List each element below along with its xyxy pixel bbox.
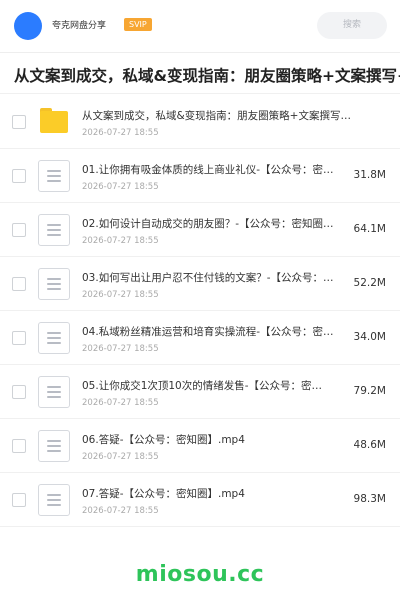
file-size: 48.6M (353, 439, 386, 451)
folder-icon (38, 106, 70, 138)
svip-badge: SVIP (124, 18, 152, 31)
file-date: 2026-07-27 18:55 (82, 236, 159, 246)
file-name[interactable]: 01.让你拥有吸金体质的线上商业礼仪-【公众号：密… (82, 162, 340, 177)
file-list: 从文案到成交，私域&变现指南：朋友圈策略+文案撰写… 2026-07-27 18… (0, 95, 400, 527)
app-name: 夸克网盘分享 (52, 21, 107, 31)
row-checkbox[interactable] (12, 439, 26, 453)
file-date: 2026-07-27 18:55 (82, 452, 159, 462)
file-row[interactable]: 03.如何写出让用户忍不住付钱的文案？-【公众号：… 2026-07-27 18… (0, 257, 400, 311)
file-size: 52.2M (353, 277, 386, 289)
document-icon (38, 322, 70, 354)
file-row[interactable]: 01.让你拥有吸金体质的线上商业礼仪-【公众号：密… 2026-07-27 18… (0, 149, 400, 203)
divider (0, 93, 400, 94)
file-row-folder[interactable]: 从文案到成交，私域&变现指南：朋友圈策略+文案撰写… 2026-07-27 18… (0, 95, 400, 149)
file-date: 2026-07-27 18:55 (82, 128, 159, 138)
document-icon (38, 214, 70, 246)
document-icon (38, 430, 70, 462)
file-row[interactable]: 05.让你成交1次顶10次的情绪发售-【公众号：密… 2026-07-27 18… (0, 365, 400, 419)
row-checkbox[interactable] (12, 223, 26, 237)
file-date: 2026-07-27 18:55 (82, 290, 159, 300)
file-name[interactable]: 07.答疑-【公众号：密知圈】.mp4 (82, 486, 340, 501)
file-row[interactable]: 06.答疑-【公众号：密知圈】.mp4 2026-07-27 18:55 48.… (0, 419, 400, 473)
search-button[interactable]: 搜索 (317, 12, 387, 39)
document-icon (38, 376, 70, 408)
document-icon (38, 160, 70, 192)
file-name[interactable]: 06.答疑-【公众号：密知圈】.mp4 (82, 432, 340, 447)
share-title: 从文案到成交，私域&变现指南：朋友圈策略+文案撰写+私域 (14, 67, 400, 85)
row-checkbox[interactable] (12, 331, 26, 345)
row-checkbox[interactable] (12, 169, 26, 183)
file-size: 98.3M (353, 493, 386, 505)
file-date: 2026-07-27 18:55 (82, 182, 159, 192)
document-icon (38, 268, 70, 300)
file-date: 2026-07-27 18:55 (82, 398, 159, 408)
row-checkbox[interactable] (12, 115, 26, 129)
file-size: 31.8M (353, 169, 386, 181)
file-row[interactable]: 07.答疑-【公众号：密知圈】.mp4 2026-07-27 18:55 98.… (0, 473, 400, 527)
header-bar: 夸克网盘分享 SVIP 搜索 (0, 0, 400, 53)
file-name[interactable]: 02.如何设计自动成交的朋友圈？-【公众号：密知圈… (82, 216, 340, 231)
file-size: 34.0M (353, 331, 386, 343)
file-row[interactable]: 04.私域粉丝精准运营和培育实操流程-【公众号：密… 2026-07-27 18… (0, 311, 400, 365)
file-name[interactable]: 从文案到成交，私域&变现指南：朋友圈策略+文案撰写… (82, 108, 364, 123)
file-size: 79.2M (353, 385, 386, 397)
row-checkbox[interactable] (12, 493, 26, 507)
avatar[interactable] (14, 12, 42, 40)
file-date: 2026-07-27 18:55 (82, 506, 159, 516)
row-checkbox[interactable] (12, 385, 26, 399)
file-date: 2026-07-27 18:55 (82, 344, 159, 354)
watermark: miosou.cc (135, 562, 265, 587)
file-name[interactable]: 03.如何写出让用户忍不住付钱的文案？-【公众号：… (82, 270, 340, 285)
file-size: 64.1M (353, 223, 386, 235)
document-icon (38, 484, 70, 516)
file-name[interactable]: 04.私域粉丝精准运营和培育实操流程-【公众号：密… (82, 324, 340, 339)
file-name[interactable]: 05.让你成交1次顶10次的情绪发售-【公众号：密… (82, 378, 340, 393)
file-row[interactable]: 02.如何设计自动成交的朋友圈？-【公众号：密知圈… 2026-07-27 18… (0, 203, 400, 257)
row-checkbox[interactable] (12, 277, 26, 291)
